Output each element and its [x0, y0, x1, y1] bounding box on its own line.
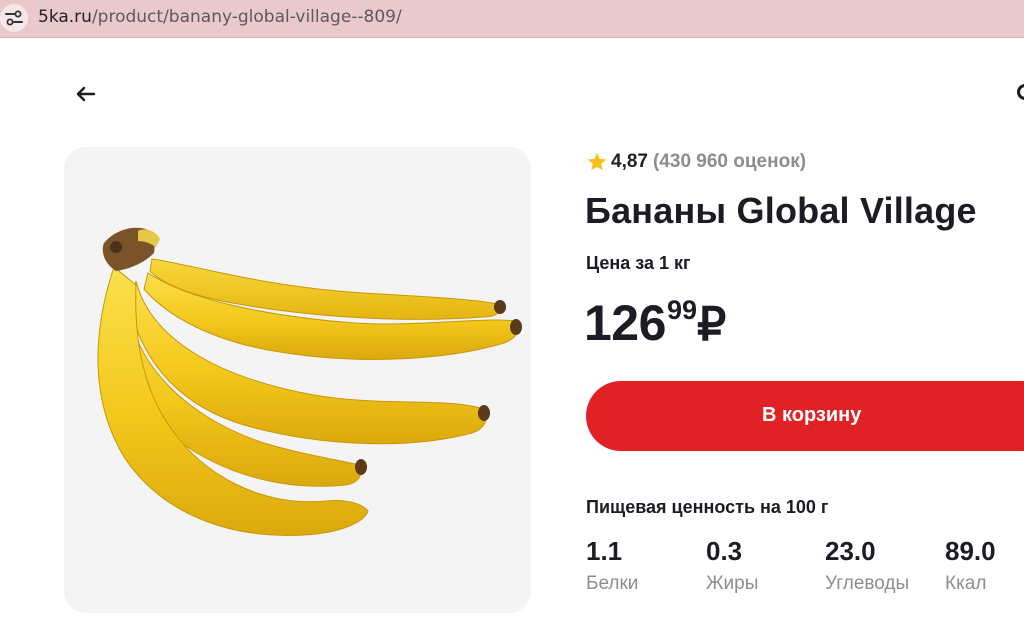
- nutrition-label: Ккал: [945, 573, 987, 594]
- nutrition-fat: 0.3 Жиры: [706, 538, 758, 595]
- rating-count[interactable]: (430 960 оценок): [653, 151, 806, 173]
- price-label: Цена за 1 кг: [586, 253, 691, 273]
- product-image: [64, 147, 531, 613]
- nutrition-protein: 1.1 Белки: [586, 538, 638, 595]
- nutrition-label: Жиры: [706, 573, 759, 594]
- product-title: Бананы Global Village: [585, 190, 977, 231]
- url-text[interactable]: 5ka.ru/product/banany-global-village--80…: [38, 7, 402, 27]
- add-to-cart-button[interactable]: В корзину: [586, 381, 1024, 451]
- nutrition-value: 23.0: [825, 536, 876, 566]
- nutrition-carbs: 23.0 Углеводы: [825, 538, 909, 595]
- back-arrow-icon[interactable]: [72, 80, 100, 108]
- price-kopecks: 99: [666, 295, 697, 325]
- nutrition-value: 89.0: [945, 536, 996, 566]
- url-domain: 5ka.ru: [38, 7, 92, 27]
- add-to-cart-label: В корзину: [762, 404, 862, 426]
- nutrition-title: Пищевая ценность на 100 г: [586, 497, 829, 517]
- address-bar[interactable]: 5ka.ru/product/banany-global-village--80…: [0, 0, 1024, 38]
- url-path: /product/banany-global-village--809/: [91, 7, 402, 27]
- product-rating[interactable]: 4,87 (430 960 оценок): [586, 150, 806, 174]
- nutrition-kcal: 89.0 Ккал: [945, 538, 996, 595]
- nutrition-label: Белки: [586, 573, 639, 594]
- price-rubles: 126: [584, 295, 666, 351]
- partial-edge-icon[interactable]: [1017, 84, 1024, 100]
- nutrition-value: 1.1: [586, 536, 623, 566]
- nutrition-label: Углеводы: [825, 573, 910, 594]
- site-info-icon[interactable]: [0, 4, 28, 32]
- product-price: 12699₽: [584, 295, 727, 351]
- nutrition-value: 0.3: [706, 536, 743, 566]
- banana-bunch-illustration: [97, 227, 522, 536]
- rating-score: 4,87: [611, 151, 648, 172]
- star-icon: [587, 152, 607, 171]
- price-currency: ₽: [696, 298, 727, 350]
